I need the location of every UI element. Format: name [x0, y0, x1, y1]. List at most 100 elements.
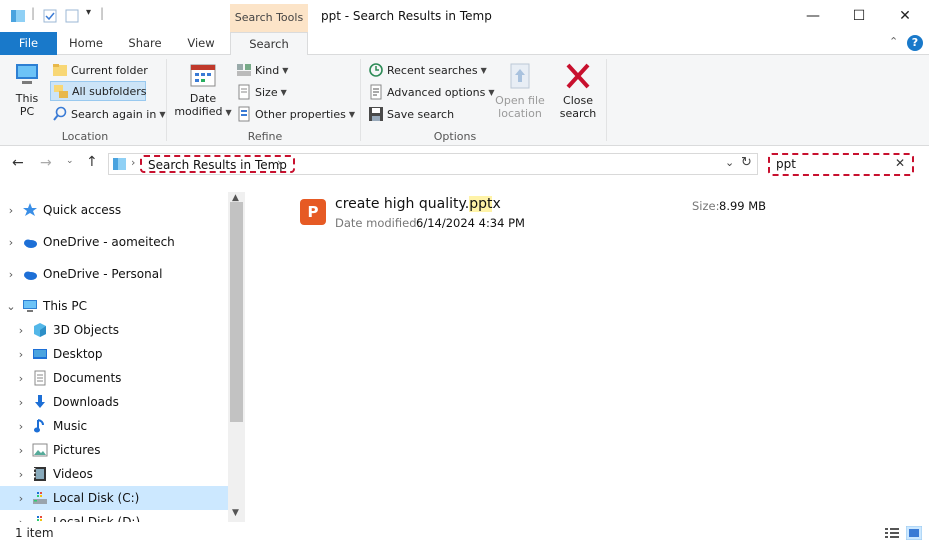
chevron-right-icon[interactable]: › — [14, 348, 28, 361]
monitor-icon — [22, 298, 38, 314]
breadcrumb-path[interactable]: Search Results in Temp — [140, 155, 295, 173]
sidebar-item-label: Music — [53, 419, 88, 433]
context-tab-label: Search Tools — [234, 11, 304, 24]
date-modified-value: 6/14/2024 4:34 PM — [416, 216, 525, 230]
details-view-icon[interactable] — [884, 526, 900, 540]
sidebar-item-local-disk-d[interactable]: › Local Disk (D:) — [0, 510, 228, 522]
chevron-down-icon: ▼ — [159, 109, 166, 119]
search-again-label: Search again in — [71, 107, 157, 121]
tab-view[interactable]: View — [176, 32, 226, 55]
size-button[interactable]: Size ▼ — [236, 82, 287, 102]
group-separator — [360, 59, 361, 141]
sidebar-item-label: Local Disk (D:) — [53, 515, 141, 522]
chevron-right-icon[interactable]: › — [14, 492, 28, 505]
this-pc-icon — [16, 64, 38, 84]
date-modified-label-line1: Date — [189, 92, 217, 105]
this-pc-label-line2: PC — [19, 105, 35, 118]
scroll-down-icon[interactable]: ▼ — [232, 508, 239, 518]
navigation-pane: › Quick access › OneDrive - aomeitech › OneDr… — [0, 192, 228, 522]
other-properties-button[interactable]: Other properties ▼ — [236, 104, 355, 124]
sidebar-item-documents[interactable]: › Documents — [0, 366, 228, 390]
this-pc-button[interactable]: This PC — [8, 61, 46, 118]
recent-searches-button[interactable]: Recent searches ▼ — [368, 60, 487, 80]
breadcrumb-chevron-icon[interactable]: › — [131, 156, 135, 169]
forward-arrow-icon[interactable]: → — [40, 155, 52, 171]
recent-searches-icon — [369, 63, 383, 77]
sidebar-item-label: Pictures — [53, 443, 101, 457]
size-value: 8.99 MB — [719, 199, 767, 213]
save-icon — [369, 107, 383, 121]
close-search-button[interactable]: Close search — [556, 61, 600, 120]
chevron-right-icon[interactable]: › — [14, 372, 28, 385]
up-arrow-icon[interactable]: ↑ — [86, 154, 98, 170]
sidebar-item-onedrive-aomeitech[interactable]: › OneDrive - aomeitech — [0, 230, 228, 254]
sidebar-item-local-disk-c[interactable]: › Local Disk (C:) — [0, 486, 228, 510]
minimize-button[interactable]: — — [790, 0, 836, 32]
chevron-down-icon: ▼ — [280, 87, 287, 97]
address-dropdown-icon[interactable]: ⌄ — [725, 156, 734, 169]
chevron-right-icon[interactable]: › — [14, 468, 28, 481]
nav-scrollbar-thumb[interactable] — [230, 202, 243, 422]
sidebar-item-music[interactable]: › Music — [0, 414, 228, 438]
disk-icon — [32, 514, 48, 522]
result-file-name[interactable]: create high quality.pptx — [335, 196, 501, 212]
kind-button[interactable]: Kind ▼ — [236, 60, 288, 80]
sidebar-item-this-pc[interactable]: ⌄ This PC — [0, 294, 228, 318]
close-window-button[interactable]: ✕ — [882, 0, 928, 32]
close-search-icon — [566, 63, 590, 89]
tab-home[interactable]: Home — [60, 32, 112, 55]
search-results-icon — [113, 158, 126, 170]
all-subfolders-button[interactable]: All subfolders — [50, 81, 146, 101]
help-icon[interactable]: ? — [907, 35, 923, 51]
advanced-options-button[interactable]: Advanced options ▼ — [368, 82, 495, 102]
other-properties-label: Other properties — [255, 107, 346, 121]
sidebar-item-videos[interactable]: › Videos — [0, 462, 228, 486]
tab-search[interactable]: Search — [230, 32, 308, 56]
open-file-location-button[interactable]: Open file location — [492, 61, 548, 120]
save-search-label: Save search — [387, 107, 455, 121]
disk-icon — [32, 490, 48, 506]
file-name-part: create high quality. — [335, 196, 470, 212]
chevron-right-icon[interactable]: › — [4, 268, 18, 281]
sidebar-item-onedrive-personal[interactable]: › OneDrive - Personal — [0, 262, 228, 286]
current-folder-button[interactable]: Current folder — [52, 60, 148, 80]
back-arrow-icon[interactable]: ← — [12, 155, 24, 171]
recent-searches-label: Recent searches — [387, 63, 478, 77]
sidebar-item-3d-objects[interactable]: › 3D Objects — [0, 318, 228, 342]
properties-icon[interactable] — [42, 8, 58, 24]
tab-share[interactable]: Share — [118, 32, 172, 55]
powerpoint-file-icon[interactable]: P — [300, 199, 326, 225]
breadcrumb-chevron-icon[interactable]: › — [277, 156, 281, 169]
large-icons-view-icon[interactable] — [906, 526, 922, 540]
chevron-right-icon[interactable]: › — [14, 396, 28, 409]
chevron-right-icon[interactable]: › — [4, 204, 18, 217]
explorer-app-icon[interactable] — [10, 8, 26, 24]
title-bar: | ▾ | Search Tools ppt - Search Results … — [0, 0, 929, 32]
maximize-button[interactable]: ☐ — [836, 0, 882, 32]
search-again-button[interactable]: Search again in ▼ — [52, 104, 165, 124]
sidebar-item-quick-access[interactable]: › Quick access — [0, 198, 228, 222]
sidebar-item-downloads[interactable]: › Downloads — [0, 390, 228, 414]
sidebar-item-desktop[interactable]: › Desktop — [0, 342, 228, 366]
date-modified-button[interactable]: Date modified ▼ — [172, 61, 234, 119]
chevron-right-icon[interactable]: › — [4, 236, 18, 249]
customize-toolbar-icon[interactable]: ▾ — [86, 7, 91, 18]
size-label: Size — [255, 85, 278, 99]
chevron-down-icon[interactable]: ⌄ — [4, 300, 18, 313]
refresh-icon[interactable]: ↻ — [741, 155, 752, 170]
chevron-right-icon[interactable]: › — [14, 444, 28, 457]
new-folder-icon[interactable] — [64, 8, 80, 24]
collapse-ribbon-icon[interactable]: ⌃ — [889, 35, 898, 48]
advanced-options-icon — [370, 84, 382, 100]
star-icon — [22, 202, 38, 218]
sidebar-item-pictures[interactable]: › Pictures — [0, 438, 228, 462]
chevron-right-icon[interactable]: › — [14, 420, 28, 433]
close-icon: ✕ — [899, 8, 911, 24]
save-search-button[interactable]: Save search — [368, 104, 454, 124]
recent-locations-icon[interactable]: ⌄ — [66, 156, 74, 166]
tab-file[interactable]: File — [0, 32, 57, 55]
clear-search-icon[interactable]: ✕ — [895, 156, 905, 170]
scroll-up-icon[interactable]: ▲ — [232, 193, 239, 203]
chevron-right-icon[interactable]: › — [14, 324, 28, 337]
search-input-value: ppt — [776, 157, 796, 171]
